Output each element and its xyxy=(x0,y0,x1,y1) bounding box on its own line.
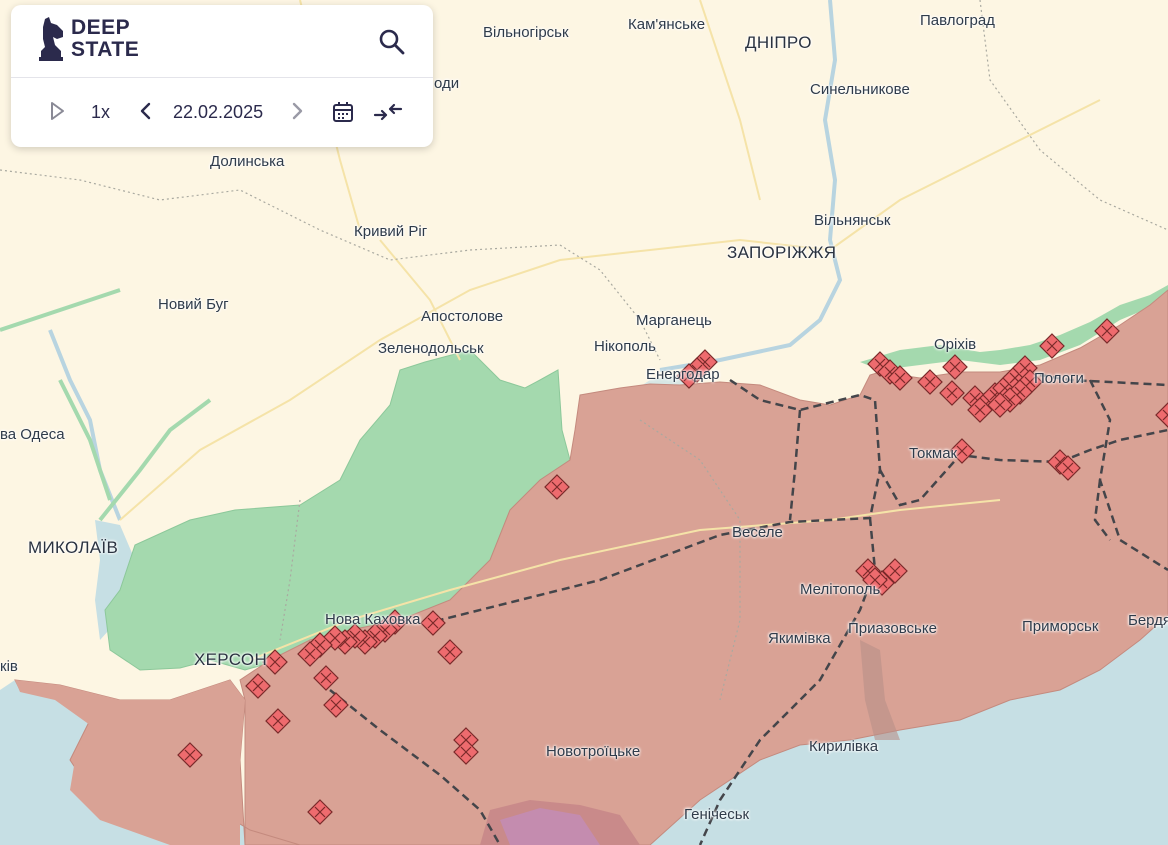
logo-line1: DEEP xyxy=(71,16,131,39)
speed-button[interactable]: 1x xyxy=(91,102,110,123)
city-label: Новий Буг xyxy=(158,296,229,313)
compare-arrows-icon xyxy=(373,103,403,121)
city-label: Вільнянськ xyxy=(814,212,891,229)
city-label: Токмак xyxy=(909,445,958,462)
logo[interactable]: DEEP STATE xyxy=(39,17,139,61)
chevron-left-icon xyxy=(140,102,151,120)
city-label: Оріхів xyxy=(934,336,977,353)
city-label: Генічеськ xyxy=(684,806,750,823)
city-label: оди xyxy=(434,75,460,92)
city-label: Бердя xyxy=(1128,612,1168,629)
knight-chess-icon xyxy=(39,17,63,61)
city-label: ХЕРСОН xyxy=(194,650,268,669)
city-label: Вільногірськ xyxy=(483,24,569,41)
chevron-right-icon xyxy=(292,102,303,120)
next-date-button[interactable] xyxy=(287,100,307,127)
city-label: Апостолове xyxy=(421,308,504,325)
city-label: ків xyxy=(0,658,18,675)
calendar-icon xyxy=(333,102,353,122)
logo-line2: STATE xyxy=(71,38,140,61)
city-label: ва Одеса xyxy=(0,426,65,443)
city-label: Кривий Ріг xyxy=(354,223,428,240)
city-label: Кам'янське xyxy=(628,16,706,33)
city-label: Приморськ xyxy=(1022,618,1099,635)
search-icon xyxy=(379,29,405,55)
city-label: Синельникове xyxy=(810,81,910,98)
city-label: Енергодар xyxy=(646,366,720,383)
city-label: Якимівка xyxy=(768,630,831,647)
city-label: Новотроїцьке xyxy=(546,743,641,760)
prev-date-button[interactable] xyxy=(136,100,156,127)
city-label: ЗАПОРІЖЖЯ xyxy=(727,243,837,262)
city-label: ДНІПРО xyxy=(745,33,812,52)
city-label: Пологи xyxy=(1034,370,1084,387)
city-label: Приазовське xyxy=(848,620,937,637)
date-display[interactable]: 22.02.2025 xyxy=(173,102,263,123)
city-label: Нікополь xyxy=(594,338,656,355)
city-label: Кирилівка xyxy=(809,738,879,755)
city-label: Марганець xyxy=(636,312,712,329)
city-label: Нова Каховка xyxy=(325,611,421,628)
city-label: Мелітополь xyxy=(800,581,881,598)
calendar-button[interactable] xyxy=(331,100,355,129)
timeline-controls: 1x 22.02.2025 xyxy=(11,78,433,147)
city-label: Павлоград xyxy=(920,12,995,29)
compare-button[interactable] xyxy=(373,100,403,129)
city-label: Веселе xyxy=(732,524,783,541)
control-panel: DEEP STATE 1x 22.02.2025 xyxy=(11,5,433,147)
play-icon xyxy=(51,102,64,120)
city-label: МИКОЛАЇВ xyxy=(28,538,119,557)
city-label: Долинська xyxy=(210,153,285,170)
city-label: Зеленодольськ xyxy=(378,340,484,357)
search-button[interactable] xyxy=(375,25,409,59)
play-button[interactable] xyxy=(47,100,67,127)
